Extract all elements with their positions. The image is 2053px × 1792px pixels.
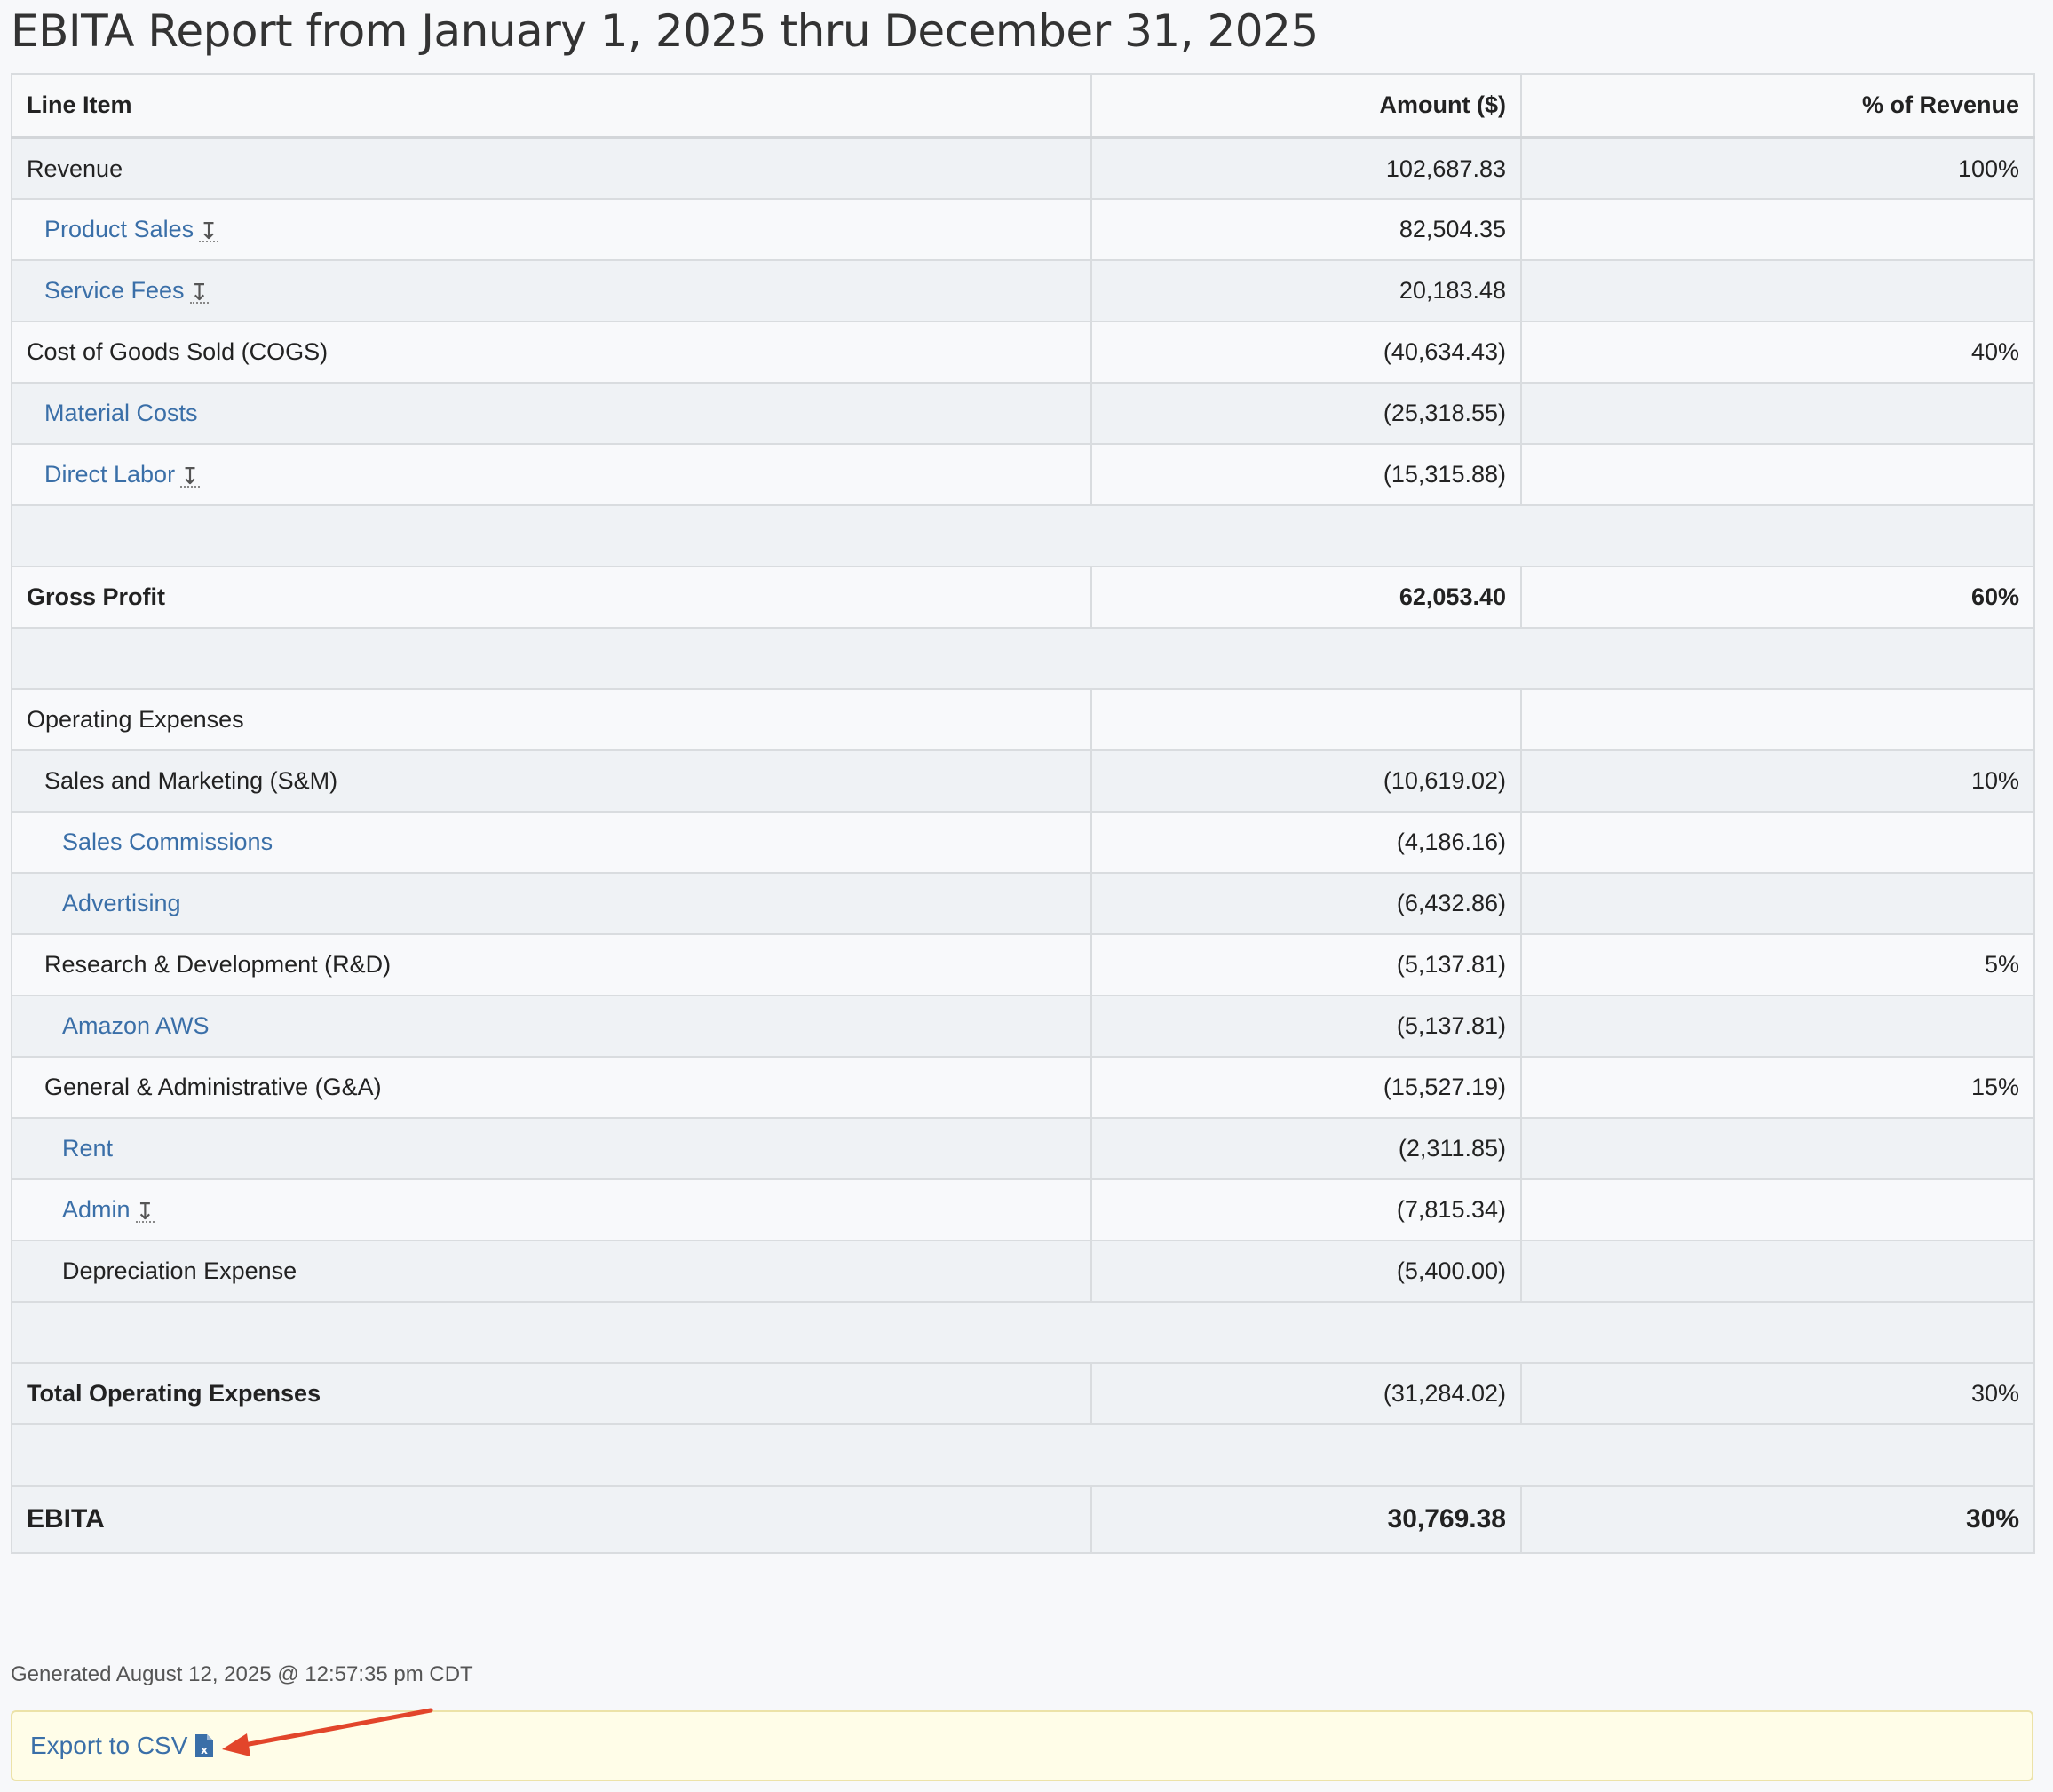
table-row: Material Costs (25,318.55): [11, 382, 2035, 445]
header-amount: Amount ($): [1090, 73, 1522, 139]
sales-commissions-link[interactable]: Sales Commissions: [62, 829, 273, 855]
direct-labor-link[interactable]: Direct Labor: [44, 461, 175, 488]
row-amount: (40,634.43): [1090, 321, 1522, 384]
row-percent: 5%: [1520, 933, 2035, 996]
row-percent: 30%: [1520, 1362, 2035, 1425]
csv-file-icon: x: [195, 1734, 214, 1757]
product-sales-link[interactable]: Product Sales: [44, 216, 194, 242]
table-row: Amazon AWS (5,137.81): [11, 995, 2035, 1058]
drilldown-icon[interactable]: ↧: [199, 219, 218, 242]
row-amount: 102,687.83: [1090, 137, 1522, 200]
rent-link[interactable]: Rent: [62, 1135, 113, 1162]
table-row: Direct Labor ↧ (15,315.88): [11, 443, 2035, 506]
page-title: EBITA Report from January 1, 2025 thru D…: [11, 5, 1319, 57]
row-amount: 20,183.48: [1090, 259, 1522, 322]
row-label: Depreciation Expense: [11, 1240, 1092, 1303]
row-amount: (4,186.16): [1090, 811, 1522, 874]
row-amount: (5,137.81): [1090, 933, 1522, 996]
row-label: Gross Profit: [11, 566, 1092, 629]
ebita-report-table: Line Item Amount ($) % of Revenue Revenu…: [11, 73, 2035, 1554]
row-percent: [1520, 1178, 2035, 1241]
table-row: Sales Commissions (4,186.16): [11, 811, 2035, 874]
generated-timestamp: Generated August 12, 2025 @ 12:57:35 pm …: [11, 1662, 473, 1686]
row-percent: [1520, 443, 2035, 506]
export-csv-link[interactable]: Export to CSV x: [30, 1732, 214, 1760]
row-percent: [1520, 1240, 2035, 1303]
export-csv-label: Export to CSV: [30, 1732, 188, 1759]
row-amount: (6,432.86): [1090, 872, 1522, 935]
table-row: Total Operating Expenses (31,284.02) 30%: [11, 1362, 2035, 1425]
table-row: Research & Development (R&D) (5,137.81) …: [11, 933, 2035, 996]
row-percent: [1520, 382, 2035, 445]
table-row: Service Fees ↧ 20,183.48: [11, 259, 2035, 322]
row-amount: 82,504.35: [1090, 198, 1522, 261]
row-percent: 30%: [1520, 1485, 2035, 1554]
row-label: Cost of Goods Sold (COGS): [11, 321, 1092, 384]
table-row: Operating Expenses: [11, 688, 2035, 751]
table-row: Rent (2,311.85): [11, 1117, 2035, 1180]
row-percent: [1520, 1117, 2035, 1180]
table-header-row: Line Item Amount ($) % of Revenue: [11, 73, 2035, 139]
row-percent: [1520, 872, 2035, 935]
table-row: Cost of Goods Sold (COGS) (40,634.43) 40…: [11, 321, 2035, 384]
table-row: Revenue 102,687.83 100%: [11, 137, 2035, 200]
row-amount: (25,318.55): [1090, 382, 1522, 445]
row-amount: (2,311.85): [1090, 1117, 1522, 1180]
row-amount: (15,527.19): [1090, 1056, 1522, 1119]
row-amount: (5,400.00): [1090, 1240, 1522, 1303]
table-row: Admin ↧ (7,815.34): [11, 1178, 2035, 1241]
row-percent: [1520, 259, 2035, 322]
row-amount: 62,053.40: [1090, 566, 1522, 629]
admin-link[interactable]: Admin: [62, 1196, 131, 1223]
row-amount: (7,815.34): [1090, 1178, 1522, 1241]
table-row: Depreciation Expense (5,400.00): [11, 1240, 2035, 1303]
row-percent: 100%: [1520, 137, 2035, 200]
ebita-total-row: EBITA 30,769.38 30%: [11, 1485, 2035, 1554]
spacer-row: [11, 504, 2035, 567]
row-label: General & Administrative (G&A): [11, 1056, 1092, 1119]
row-label: Sales and Marketing (S&M): [11, 749, 1092, 813]
row-amount: 30,769.38: [1090, 1485, 1522, 1554]
table-row: General & Administrative (G&A) (15,527.1…: [11, 1056, 2035, 1119]
material-costs-link[interactable]: Material Costs: [44, 400, 198, 426]
spacer-row: [11, 627, 2035, 690]
row-label: Revenue: [11, 137, 1092, 200]
row-label: Operating Expenses: [11, 688, 1092, 751]
drilldown-icon[interactable]: ↧: [135, 1200, 155, 1223]
header-percent-of-revenue: % of Revenue: [1520, 73, 2035, 139]
row-amount: [1090, 688, 1522, 751]
header-line-item: Line Item: [11, 73, 1092, 139]
service-fees-link[interactable]: Service Fees: [44, 277, 185, 304]
row-percent: 40%: [1520, 321, 2035, 384]
svg-text:x: x: [202, 1744, 209, 1756]
advertising-link[interactable]: Advertising: [62, 890, 181, 916]
table-row: Gross Profit 62,053.40 60%: [11, 566, 2035, 629]
row-label: EBITA: [11, 1485, 1092, 1554]
row-amount: (5,137.81): [1090, 995, 1522, 1058]
row-label: Research & Development (R&D): [11, 933, 1092, 996]
table-row: Advertising (6,432.86): [11, 872, 2035, 935]
row-label: Total Operating Expenses: [11, 1362, 1092, 1425]
table-row: Product Sales ↧ 82,504.35: [11, 198, 2035, 261]
drilldown-icon[interactable]: ↧: [180, 464, 200, 488]
row-percent: [1520, 811, 2035, 874]
row-percent: [1520, 995, 2035, 1058]
row-percent: [1520, 688, 2035, 751]
row-amount: (15,315.88): [1090, 443, 1522, 506]
row-percent: 10%: [1520, 749, 2035, 813]
spacer-row: [11, 1301, 2035, 1364]
table-row: Sales and Marketing (S&M) (10,619.02) 10…: [11, 749, 2035, 813]
row-amount: (10,619.02): [1090, 749, 1522, 813]
row-amount: (31,284.02): [1090, 1362, 1522, 1425]
row-percent: [1520, 198, 2035, 261]
drilldown-icon[interactable]: ↧: [189, 281, 210, 304]
amazon-aws-link[interactable]: Amazon AWS: [62, 1012, 210, 1039]
row-percent: 60%: [1520, 566, 2035, 629]
row-percent: 15%: [1520, 1056, 2035, 1119]
spacer-row: [11, 1423, 2035, 1487]
annotation-arrow: [222, 1708, 433, 1756]
